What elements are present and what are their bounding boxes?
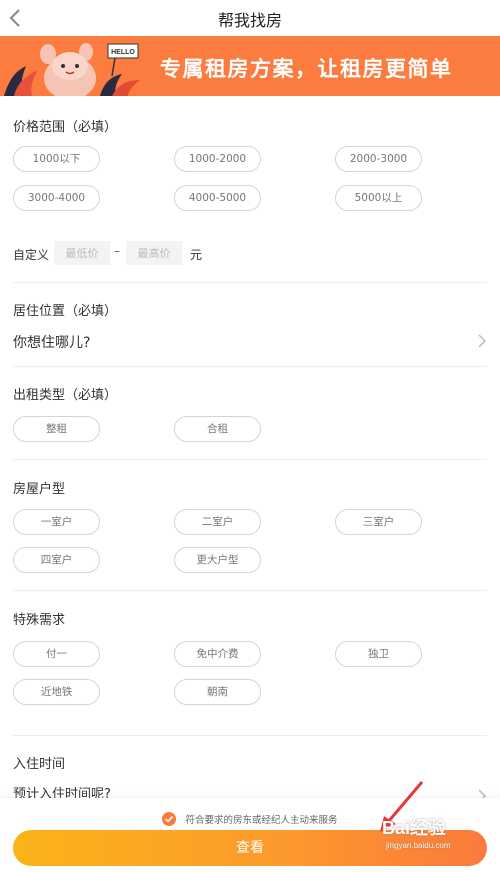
price-option-5[interactable]: 4000-5000 [174,185,261,211]
location-section-title: 居住位置（必填） [13,304,118,319]
move-in-section-title: 入住时间 [13,757,66,772]
price-option-3[interactable]: 2000-3000 [335,146,422,172]
divider [13,459,487,460]
checkmark-icon[interactable] [162,811,177,826]
mascot-illustration: HELLO [4,43,140,96]
rent-type-option-whole[interactable]: 整租 [13,416,100,442]
price-unit: 元 [190,248,203,262]
custom-price-label: 自定义 [13,248,50,262]
agreement-text: 符合要求的房东或经纪人主动来服务 [185,814,338,826]
special-option-5[interactable]: 朝南 [174,679,261,705]
divider [13,366,487,367]
agreement-row[interactable]: 符合要求的房东或经纪人主动来服务 [0,808,500,826]
bottom-action-bar: 符合要求的房东或经纪人主动来服务 查看 [0,798,500,872]
price-section-title: 价格范围（必填） [13,120,118,135]
location-selector[interactable]: 你想住哪儿? [13,328,487,354]
room-type-option-1[interactable]: 一室户 [13,509,100,535]
hello-sign: HELLO [111,49,135,56]
room-type-option-3[interactable]: 三室户 [335,509,422,535]
price-option-1[interactable]: 1000以下 [13,146,100,172]
room-type-option-5[interactable]: 更大户型 [174,547,261,573]
room-type-option-4[interactable]: 四室户 [13,547,100,573]
special-option-4[interactable]: 近地铁 [13,679,100,705]
view-button[interactable]: 查看 [13,830,487,866]
divider [13,735,487,736]
banner-slogan: 专属租房方案，让租房更简单 [160,57,453,81]
price-range-dash: – [114,244,120,258]
rent-type-option-shared[interactable]: 合租 [174,416,261,442]
page-title: 帮我找房 [217,11,282,30]
room-type-option-2[interactable]: 二室户 [174,509,261,535]
divider [13,282,487,283]
divider [13,590,487,591]
rent-type-section-title: 出租类型（必填） [13,388,118,403]
price-option-6[interactable]: 5000以上 [335,185,422,211]
nav-bar: 帮我找房 [0,0,500,36]
special-option-2[interactable]: 免中介费 [174,641,261,667]
price-option-2[interactable]: 1000-2000 [174,146,261,172]
promo-banner: HELLO 专属租房方案，让租房更简单 [0,36,500,96]
max-price-input[interactable] [126,241,182,265]
price-option-4[interactable]: 3000-4000 [13,185,100,211]
location-placeholder: 你想住哪儿? [13,335,91,351]
chevron-right-icon [478,334,487,348]
room-type-section-title: 房屋户型 [13,482,66,497]
special-needs-section-title: 特殊需求 [13,613,66,628]
min-price-input[interactable] [54,241,110,265]
special-option-1[interactable]: 付一 [13,641,100,667]
special-option-3[interactable]: 独卫 [335,641,422,667]
